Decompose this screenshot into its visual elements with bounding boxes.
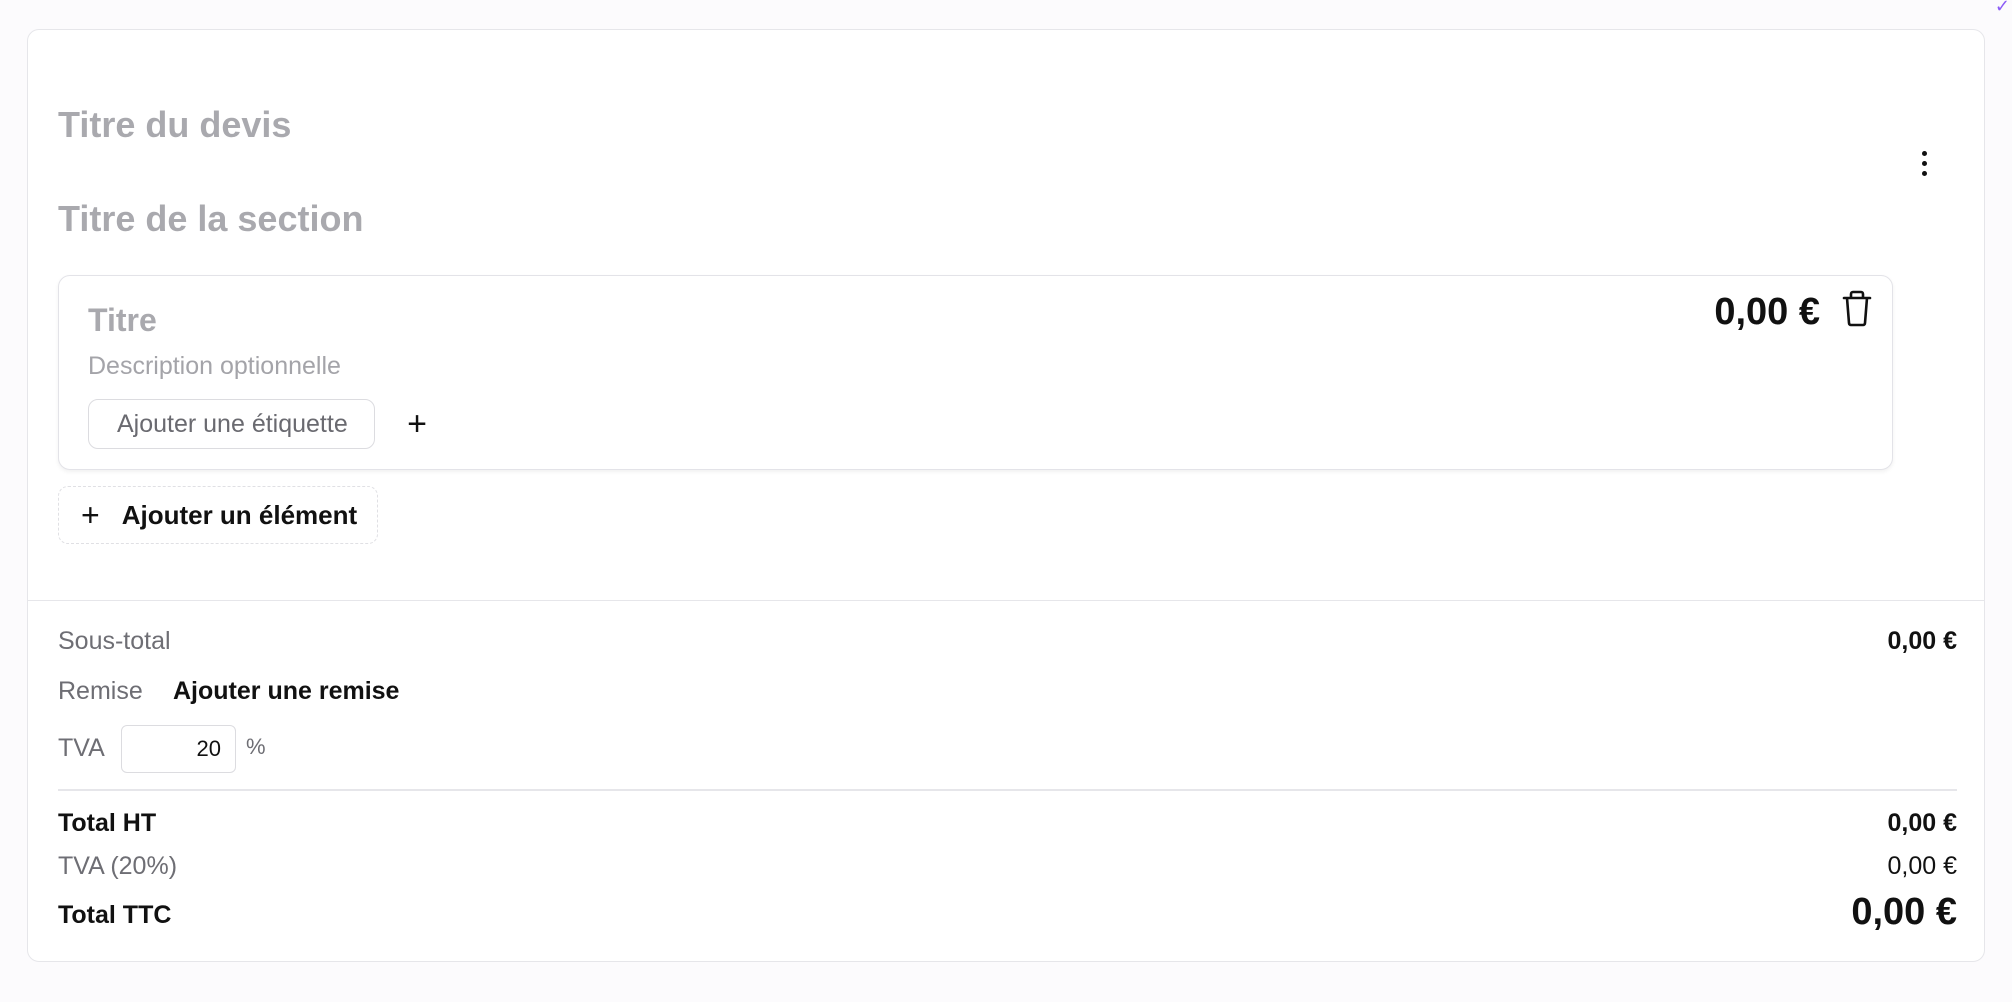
quote-card: Titre du devis Titre de la section Titre… <box>27 29 1985 962</box>
tva-rate-input[interactable] <box>121 725 236 773</box>
subtotal-label: Sous-total <box>58 627 171 655</box>
tva-label: TVA <box>58 734 105 762</box>
line-item-card: Titre Description optionnelle + 0,00 € <box>58 275 1893 470</box>
trash-icon[interactable] <box>1840 290 1874 328</box>
tva-amount-label: TVA (20%) <box>58 852 178 880</box>
trash-icon-svg <box>1842 290 1872 327</box>
total-ht-label: Total HT <box>58 809 157 837</box>
tva-unit: % <box>246 734 266 759</box>
discount-label: Remise <box>58 677 143 705</box>
more-options-icon[interactable] <box>1914 148 1934 178</box>
add-tag-button[interactable]: + <box>395 402 439 446</box>
item-price: 0,00 € <box>1714 291 1820 333</box>
item-description-input[interactable]: Description optionnelle <box>88 352 341 381</box>
section-title-input[interactable]: Titre de la section <box>58 198 363 240</box>
total-ttc-value: 0,00 € <box>1851 891 1957 933</box>
plus-icon: + <box>81 496 100 533</box>
check-icon: ✓ <box>1994 0 2010 16</box>
tag-input[interactable] <box>88 399 375 449</box>
total-ht-value: 0,00 € <box>1887 809 1957 837</box>
add-element-label: Ajouter un élément <box>121 499 358 530</box>
subtotal-value: 0,00 € <box>1887 627 1957 655</box>
dot <box>1921 160 1927 166</box>
dot <box>1921 170 1927 176</box>
divider <box>58 789 1957 791</box>
divider <box>28 600 1984 601</box>
tva-amount-value: 0,00 € <box>1887 852 1957 880</box>
add-element-button[interactable]: + Ajouter un élément <box>58 486 378 544</box>
page: ✓ Titre du devis Titre de la section Tit… <box>0 0 2012 1002</box>
add-discount-button[interactable]: Ajouter une remise <box>173 677 399 706</box>
quote-title-input[interactable]: Titre du devis <box>58 104 291 146</box>
item-title-input[interactable]: Titre <box>88 302 157 339</box>
total-ttc-label: Total TTC <box>58 901 172 929</box>
dot <box>1921 150 1927 156</box>
